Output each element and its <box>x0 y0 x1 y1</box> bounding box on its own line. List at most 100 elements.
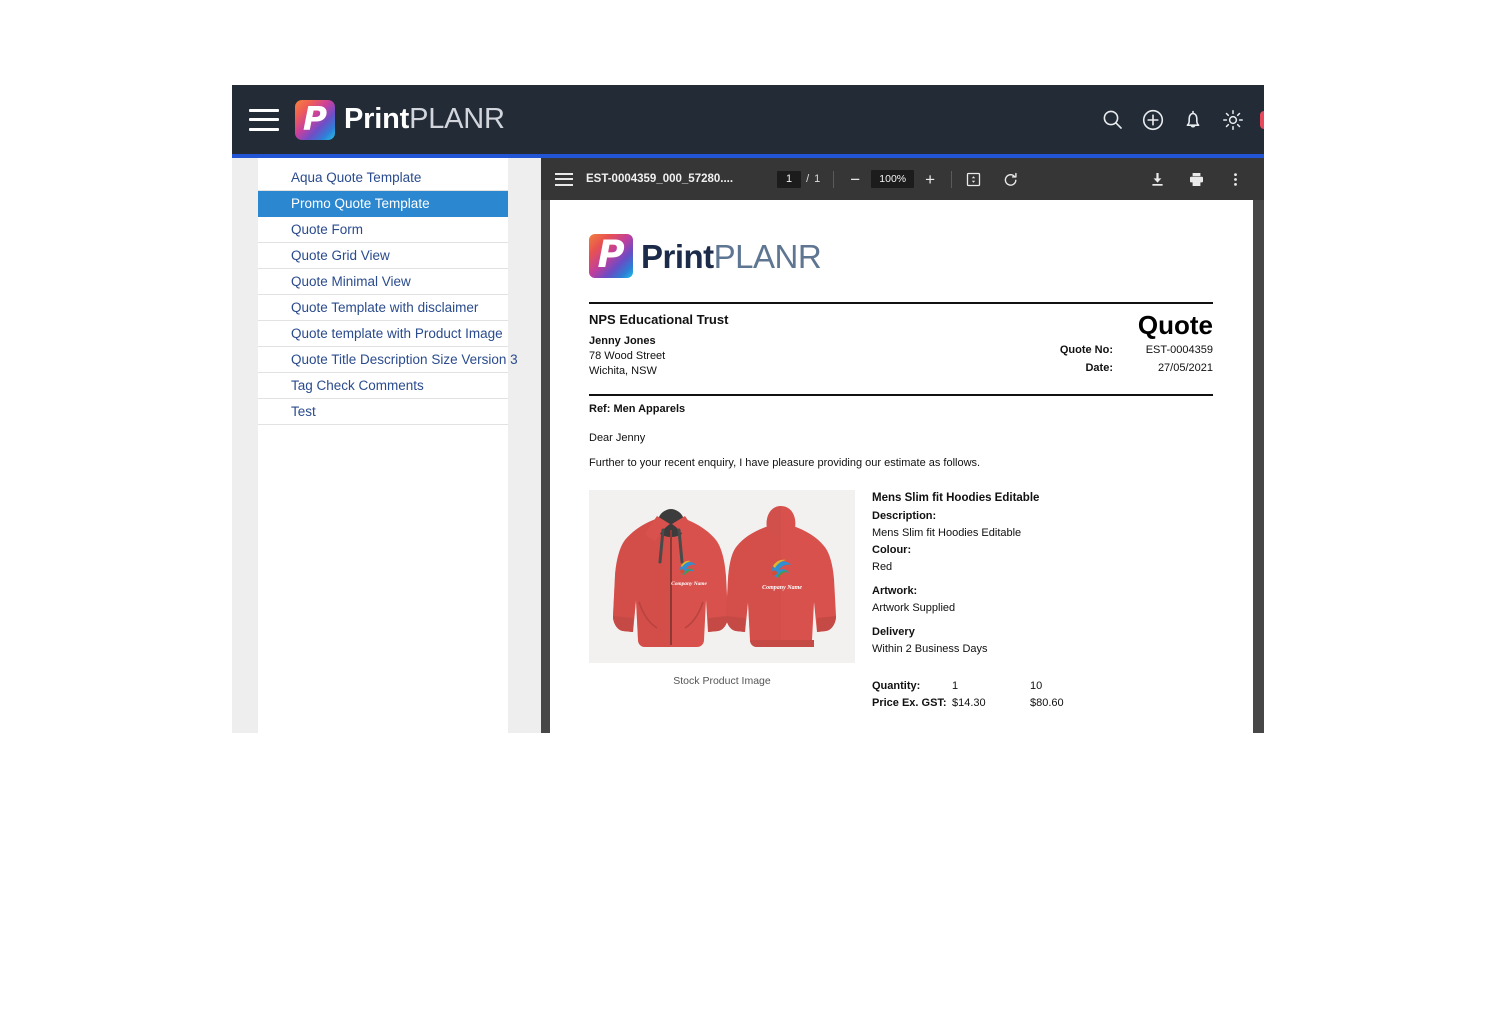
product-delivery-value: Within 2 Business Days <box>872 643 988 656</box>
document-brand-text: PrintPLANR <box>641 237 822 275</box>
pricing-table: Quantity: 1 10 Price Ex. GST: $14.30 $80… <box>872 678 1108 712</box>
zoom-out-button[interactable]: − <box>847 171 863 188</box>
application-window: P PrintPLANR Aqua Quote Template Promo Q… <box>232 85 1264 733</box>
logo-letter: P <box>597 234 625 276</box>
quote-date-label: Date: <box>1085 362 1113 374</box>
product-artwork-value: Artwork Supplied <box>872 602 956 615</box>
sidebar-item-quote-grid-view[interactable]: Quote Grid View <box>258 243 508 269</box>
page-separator: / <box>806 173 810 185</box>
customer-block: NPS Educational Trust Jenny Jones 78 Woo… <box>589 312 728 377</box>
brand-light: PLANR <box>713 237 822 275</box>
content-area: Aqua Quote Template Promo Quote Template… <box>232 158 1264 733</box>
price-row: Price Ex. GST: $14.30 $80.60 <box>872 695 1108 712</box>
product-image-caption: Stock Product Image <box>673 675 771 687</box>
app-logo[interactable]: P PrintPLANR <box>295 99 505 140</box>
product-image: Company Name Company Name <box>589 490 855 663</box>
sidebar-item-label: Test <box>291 404 316 419</box>
middle-gutter <box>508 158 541 733</box>
customer-address-line1: 78 Wood Street <box>589 350 666 362</box>
pdf-toolbar-actions <box>1149 171 1264 188</box>
quote-number-row: Quote No: EST-0004359 <box>1060 344 1213 356</box>
toolbar-divider-2 <box>951 170 953 188</box>
quote-number-value: EST-0004359 <box>1145 344 1213 356</box>
page-total: 1 <box>814 173 821 185</box>
pdf-toolbar: EST-0004359_000_57280.... / 1 − 100% + <box>541 158 1264 200</box>
quote-header: NPS Educational Trust Jenny Jones 78 Woo… <box>589 304 1213 377</box>
quantity-row: Quantity: 1 10 <box>872 678 1108 695</box>
add-circle-icon[interactable] <box>1140 107 1166 133</box>
menu-toggle-icon[interactable] <box>249 108 279 131</box>
product-details: Mens Slim fit Hoodies Editable Descripti… <box>872 490 1108 712</box>
quantity-value-2: 10 <box>1030 680 1043 693</box>
quote-reference: Ref: Men Apparels <box>589 403 686 415</box>
page-number-input[interactable] <box>777 170 802 188</box>
app-header: P PrintPLANR <box>232 85 1264 154</box>
more-vertical-icon[interactable] <box>1227 171 1244 188</box>
sidebar-item-quote-minimal-view[interactable]: Quote Minimal View <box>258 269 508 295</box>
zoom-in-button[interactable]: + <box>922 171 938 188</box>
svg-text:Company Name: Company Name <box>671 581 707 587</box>
pdf-viewer: EST-0004359_000_57280.... / 1 − 100% + <box>541 158 1264 733</box>
svg-text:Company Name: Company Name <box>762 585 802 591</box>
product-colour-label: Colour: <box>872 543 912 556</box>
sidebar-item-label: Quote Minimal View <box>291 274 411 289</box>
download-icon[interactable] <box>1149 171 1166 188</box>
gear-icon[interactable] <box>1220 107 1246 133</box>
viewer-scroll-area[interactable] <box>1253 200 1264 733</box>
product-delivery-label: Delivery <box>872 626 915 639</box>
pdf-page: P PrintPLANR NPS Educational Trust Jenny… <box>550 200 1253 733</box>
pdf-sidebar-toggle-icon[interactable] <box>555 172 573 186</box>
quote-title: Quote <box>1137 310 1213 340</box>
sidebar-item-label: Tag Check Comments <box>291 378 424 393</box>
printplanr-logo-icon: P <box>295 99 335 140</box>
product-title: Mens Slim fit Hoodies Editable <box>872 492 1040 504</box>
quote-document: P PrintPLANR NPS Educational Trust Jenny… <box>550 200 1253 712</box>
sidebar-item-quote-form[interactable]: Quote Form <box>258 217 508 243</box>
print-icon[interactable] <box>1188 171 1205 188</box>
quote-date-value: 27/05/2021 <box>1157 362 1213 374</box>
sidebar-item-aqua-quote-template[interactable]: Aqua Quote Template <box>258 165 508 191</box>
product-image-block: Company Name Company Name Stock Product … <box>589 490 855 712</box>
product-artwork-label: Artwork: <box>872 585 918 597</box>
sidebar-item-quote-template-with-product-image[interactable]: Quote template with Product Image <box>258 321 508 347</box>
sidebar-item-quote-title-description-size-version-3[interactable]: Quote Title Description Size Version 3 <box>258 347 518 373</box>
customer-address-line2: Wichita, NSW <box>589 365 657 377</box>
sidebar-item-label: Quote template with Product Image <box>291 326 503 341</box>
header-actions <box>1100 107 1264 133</box>
notification-badge <box>1260 111 1264 129</box>
hoodies-illustration: Company Name Company Name <box>589 490 855 663</box>
pdf-filename: EST-0004359_000_57280.... <box>586 173 734 185</box>
product-description-label: Description: <box>872 509 937 522</box>
sidebar-item-label: Quote Form <box>291 222 364 237</box>
left-gutter <box>232 158 258 733</box>
brand-light: PLANR <box>409 103 505 135</box>
price-value-1: $14.30 <box>952 697 986 710</box>
page-navigation: / 1 <box>777 170 821 188</box>
quote-meta-block: Quote Quote No: EST-0004359 Date: 27/05/… <box>1060 312 1213 377</box>
quantity-label: Quantity: <box>872 680 921 693</box>
sidebar-item-label: Quote Grid View <box>291 248 390 263</box>
quantity-value-1: 1 <box>952 680 959 693</box>
price-value-2: $80.60 <box>1030 697 1064 710</box>
app-brand-text: PrintPLANR <box>344 105 505 134</box>
logo-letter: P <box>302 99 328 138</box>
product-section: Company Name Company Name Stock Product … <box>589 490 1213 712</box>
customer-company: NPS Educational Trust <box>589 312 729 327</box>
bell-icon[interactable] <box>1180 107 1206 133</box>
sidebar-item-label: Quote Title Description Size Version 3 <box>291 352 518 367</box>
quote-intro: Further to your recent enquiry, I have p… <box>589 457 981 469</box>
sidebar-item-promo-quote-template[interactable]: Promo Quote Template <box>258 191 508 217</box>
zoom-level[interactable]: 100% <box>871 170 915 188</box>
sidebar-item-label: Aqua Quote Template <box>291 170 422 185</box>
sidebar-item-tag-check-comments[interactable]: Tag Check Comments <box>258 373 508 399</box>
fit-page-icon[interactable] <box>965 171 982 188</box>
sidebar-item-label: Promo Quote Template <box>291 196 430 211</box>
search-icon[interactable] <box>1100 107 1126 133</box>
rotate-icon[interactable] <box>1002 171 1019 188</box>
sidebar-item-quote-template-with-disclaimer[interactable]: Quote Template with disclaimer <box>258 295 508 321</box>
price-label: Price Ex. GST: <box>872 697 947 710</box>
customer-contact: Jenny Jones <box>589 335 656 347</box>
sidebar-item-test[interactable]: Test <box>258 399 508 425</box>
